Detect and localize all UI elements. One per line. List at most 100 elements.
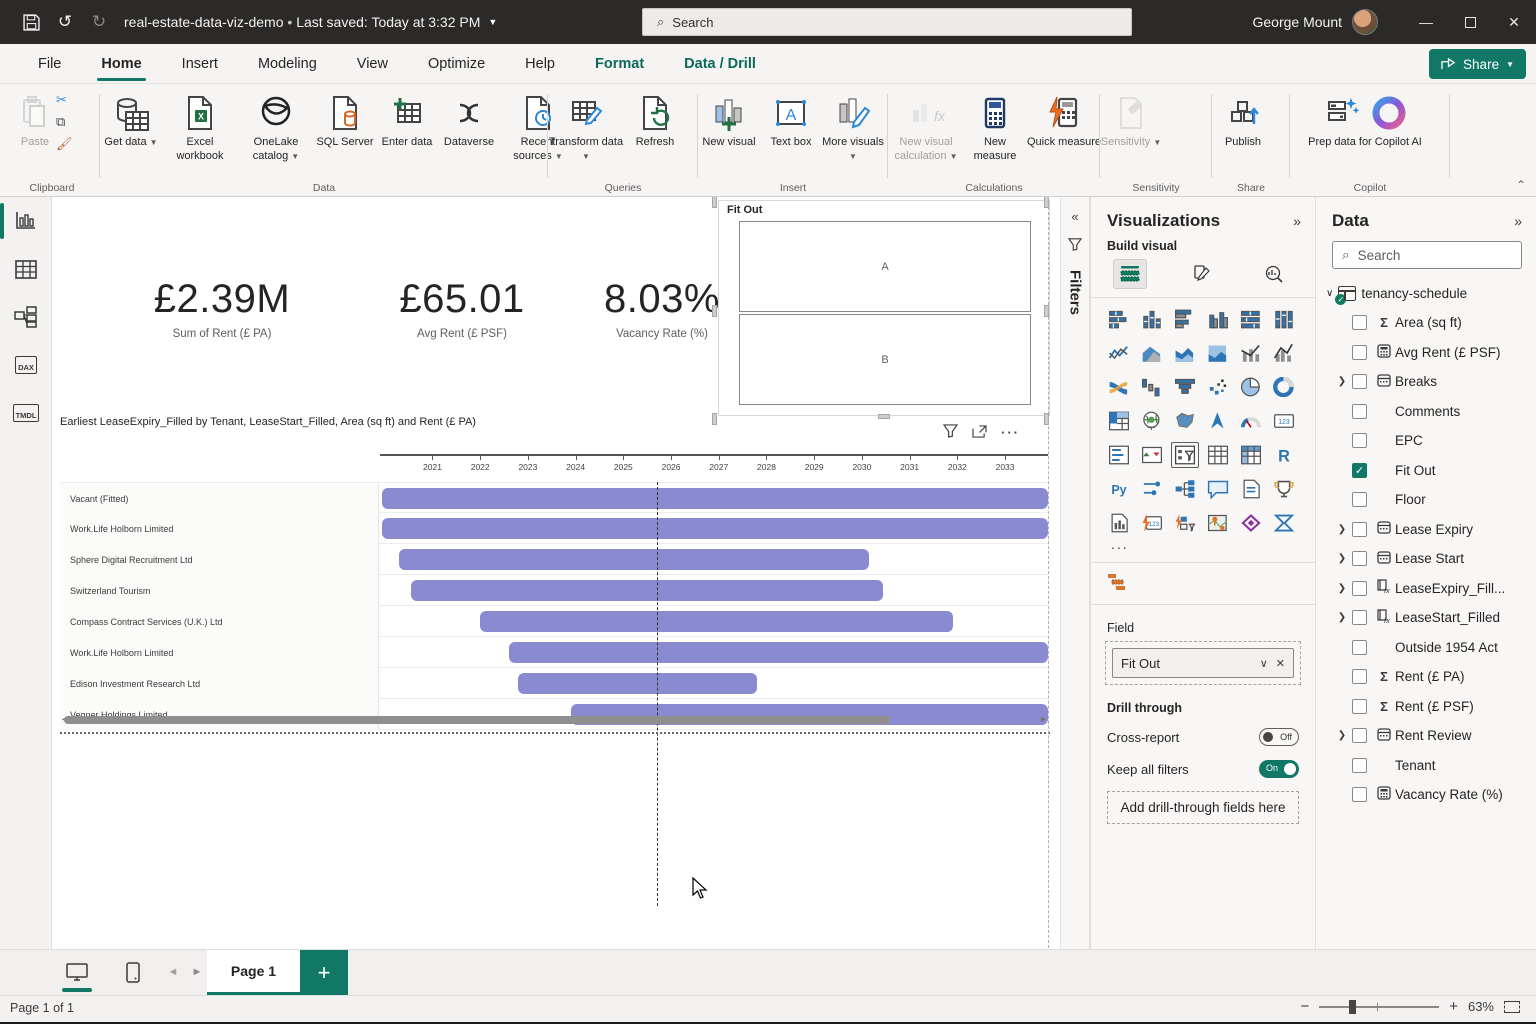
visual-icon-clustered-bar-chart[interactable] bbox=[1171, 306, 1199, 332]
keep-all-filters-toggle[interactable]: On bbox=[1259, 760, 1299, 778]
visual-icon-pie-chart[interactable] bbox=[1237, 374, 1265, 400]
share-button[interactable]: Share ▼ bbox=[1429, 49, 1526, 79]
copy-icon[interactable]: ⧉ bbox=[56, 114, 73, 130]
visual-icon-decomposition-tree[interactable] bbox=[1171, 476, 1199, 502]
visual-icon-area-chart[interactable] bbox=[1138, 340, 1166, 366]
visual-icon-azure-map[interactable] bbox=[1204, 408, 1232, 434]
visual-icon-stacked-bar-chart[interactable] bbox=[1105, 306, 1133, 332]
menu-tab-modeling[interactable]: Modeling bbox=[238, 44, 337, 84]
zoom-out-icon[interactable]: − bbox=[1300, 998, 1309, 1015]
chevron-down-icon[interactable]: ∨ bbox=[1260, 657, 1268, 670]
field-checkbox[interactable] bbox=[1352, 315, 1367, 330]
menu-tab-data-drill[interactable]: Data / Drill bbox=[664, 44, 776, 84]
visual-icon-new-slicer[interactable] bbox=[1138, 476, 1166, 502]
field-leasestart-filled[interactable]: ❯fxLeaseStart_Filled bbox=[1326, 603, 1536, 633]
gantt-row[interactable]: Switzerland Tourism bbox=[60, 575, 1048, 606]
visual-icon-gauge[interactable] bbox=[1237, 408, 1265, 434]
collapse-ribbon-icon[interactable]: ⌃ bbox=[1516, 178, 1526, 192]
gantt-row[interactable]: Work.Life Holborn Limited bbox=[60, 513, 1048, 544]
visual-icon-matrix[interactable] bbox=[1237, 442, 1265, 468]
field-checkbox[interactable] bbox=[1352, 492, 1367, 507]
menu-tab-view[interactable]: View bbox=[337, 44, 408, 84]
field-epc[interactable]: EPC bbox=[1326, 426, 1536, 456]
visual-icon-card[interactable]: 123 bbox=[1270, 408, 1298, 434]
field-tenant[interactable]: Tenant bbox=[1326, 751, 1536, 781]
gantt-row[interactable]: Edison Investment Research Ltd bbox=[60, 668, 1048, 699]
close-button[interactable]: ✕ bbox=[1492, 0, 1536, 44]
excel-workbook-button[interactable]: XExcel workbook bbox=[162, 88, 238, 164]
field-checkbox[interactable]: ✓ bbox=[1352, 463, 1367, 478]
rail-report-view[interactable] bbox=[0, 197, 52, 245]
field-avg-rent-psf-[interactable]: Avg Rent (£ PSF) bbox=[1326, 338, 1536, 368]
menu-tab-format[interactable]: Format bbox=[575, 44, 664, 84]
visual-icon-line-chart[interactable] bbox=[1105, 340, 1133, 366]
resize-handle[interactable] bbox=[712, 197, 717, 208]
visual-icon-smart-narrative[interactable] bbox=[1237, 476, 1265, 502]
field-well[interactable]: Fit Out ∨ ✕ bbox=[1105, 641, 1301, 685]
rail-model-view[interactable] bbox=[0, 293, 52, 341]
refresh-button[interactable]: Refresh bbox=[624, 88, 686, 164]
quick-measure-button[interactable]: Quick measure bbox=[1026, 88, 1102, 164]
menu-tab-help[interactable]: Help bbox=[505, 44, 575, 84]
field-outside-1954-act[interactable]: Outside 1954 Act bbox=[1326, 633, 1536, 663]
visual-icon-line-and-stacked-column-chart[interactable] bbox=[1237, 340, 1265, 366]
field-rent-pa-[interactable]: ΣRent (£ PA) bbox=[1326, 662, 1536, 692]
prep-data-for-copilot-ai-button[interactable]: Prep data for Copilot AI bbox=[1290, 88, 1440, 150]
rail-table-view[interactable] bbox=[0, 245, 52, 293]
cross-report-toggle[interactable]: Off bbox=[1259, 728, 1299, 746]
gantt-bar[interactable] bbox=[411, 580, 883, 601]
filter-icon[interactable] bbox=[943, 424, 958, 441]
gantt-bar[interactable] bbox=[382, 488, 1048, 509]
remove-field-icon[interactable]: ✕ bbox=[1276, 657, 1285, 670]
visual-icon-waterfall-chart[interactable] bbox=[1138, 374, 1166, 400]
add-drill-through-fields-well[interactable]: Add drill-through fields here bbox=[1107, 791, 1299, 824]
field-checkbox[interactable] bbox=[1352, 551, 1367, 566]
expand-icon[interactable]: ❯ bbox=[1334, 524, 1350, 535]
save-icon[interactable] bbox=[14, 7, 48, 37]
build-visual-tab[interactable] bbox=[1113, 259, 1147, 289]
more-options-icon[interactable]: ··· bbox=[1001, 425, 1020, 440]
sql-server-button[interactable]: SQL Server bbox=[314, 88, 376, 164]
expand-filters-icon[interactable]: « bbox=[1071, 209, 1078, 224]
field-checkbox[interactable] bbox=[1352, 522, 1367, 537]
field-checkbox[interactable] bbox=[1352, 374, 1367, 389]
visual-icon-scorecard[interactable]: 123 bbox=[1138, 510, 1166, 536]
fit-out-slicer-visual[interactable]: Fit Out AB bbox=[718, 200, 1050, 416]
visual-icon-table[interactable] bbox=[1204, 442, 1232, 468]
expand-icon[interactable]: ❯ bbox=[1334, 612, 1350, 623]
more-visuals-button[interactable]: More visuals ▼ bbox=[822, 88, 884, 164]
field-checkbox[interactable] bbox=[1352, 345, 1367, 360]
enter-data-button[interactable]: Enter data bbox=[376, 88, 438, 164]
field-checkbox[interactable] bbox=[1352, 699, 1367, 714]
visual-icon-treemap[interactable] bbox=[1105, 408, 1133, 434]
fit-to-page-icon[interactable] bbox=[1504, 1001, 1520, 1013]
publish-button[interactable]: Publish bbox=[1212, 88, 1274, 150]
field-breaks[interactable]: ❯Breaks bbox=[1326, 367, 1536, 397]
gantt-scrollbar[interactable]: ◄ ► bbox=[60, 714, 1048, 726]
report-canvas[interactable]: £2.39MSum of Rent (£ PA)£65.01Avg Rent (… bbox=[52, 197, 1060, 949]
menu-tab-home[interactable]: Home bbox=[81, 44, 161, 84]
new-measure-button[interactable]: New measure bbox=[964, 88, 1026, 164]
field-lease-start[interactable]: ❯Lease Start bbox=[1326, 544, 1536, 574]
menu-tab-file[interactable]: File bbox=[18, 44, 81, 84]
field-checkbox[interactable] bbox=[1352, 433, 1367, 448]
visual-icon-filled-map[interactable] bbox=[1171, 408, 1199, 434]
field-area-sq-ft-[interactable]: ΣArea (sq ft) bbox=[1326, 308, 1536, 338]
visual-icon-map[interactable] bbox=[1138, 408, 1166, 434]
visual-icon-slicer[interactable] bbox=[1171, 442, 1199, 468]
get-data-button[interactable]: Get data ▼ bbox=[100, 88, 162, 164]
field-checkbox[interactable] bbox=[1352, 404, 1367, 419]
cut-icon[interactable]: ✂ bbox=[56, 92, 73, 108]
field-leaseexpiry-fill-[interactable]: ❯fxLeaseExpiry_Fill... bbox=[1326, 574, 1536, 604]
visual-icon-paginated-report[interactable] bbox=[1105, 510, 1133, 536]
expand-icon[interactable]: ❯ bbox=[1334, 376, 1350, 387]
zoom-slider[interactable] bbox=[1319, 1006, 1439, 1008]
field-checkbox[interactable] bbox=[1352, 610, 1367, 625]
visual-icon-clustered-column-chart[interactable] bbox=[1204, 306, 1232, 332]
resize-handle[interactable] bbox=[712, 305, 717, 317]
visual-icon-qa-visual[interactable] bbox=[1204, 476, 1232, 502]
collapse-visualizations-icon[interactable]: » bbox=[1293, 213, 1301, 229]
visual-icon-stacked-column-chart[interactable] bbox=[1138, 306, 1166, 332]
new-visual-button[interactable]: New visual bbox=[698, 88, 760, 164]
get-more-visuals-icon[interactable]: ... bbox=[1091, 536, 1315, 556]
